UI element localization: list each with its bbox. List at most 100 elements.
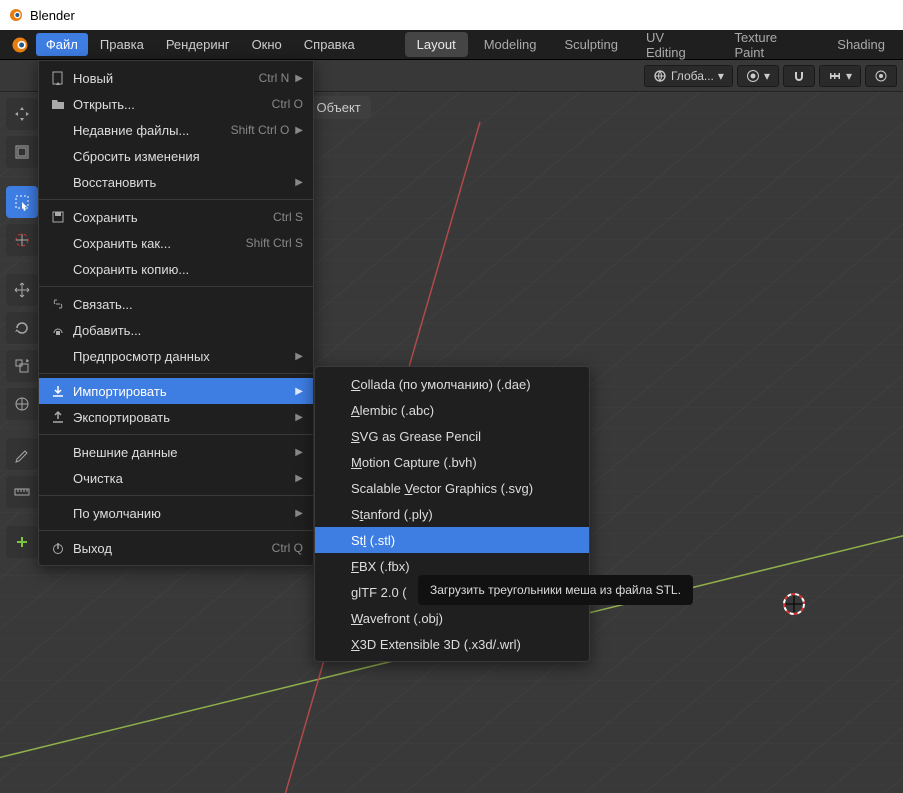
transform-icon xyxy=(13,395,31,413)
menu-open[interactable]: Открыть... Ctrl O xyxy=(39,91,313,117)
tool-select-box[interactable] xyxy=(6,186,38,218)
link-icon xyxy=(49,297,67,311)
chevron-right-icon: ▶ xyxy=(295,386,303,397)
export-icon xyxy=(49,410,67,424)
tool-scale[interactable] xyxy=(6,350,38,382)
import-collada[interactable]: Collada (по умолчанию) (.dae) xyxy=(315,371,589,397)
main-menubar: Файл Правка Рендеринг Окно Справка Layou… xyxy=(0,30,903,60)
menu-help[interactable]: Справка xyxy=(294,33,365,56)
menu-export[interactable]: Экспортировать ▶ xyxy=(39,404,313,430)
object-menu[interactable]: Объект xyxy=(306,96,370,119)
import-stl[interactable]: Stl (.stl) xyxy=(315,527,589,553)
rotate-icon xyxy=(13,319,31,337)
chevron-right-icon: ▶ xyxy=(295,412,303,423)
separator xyxy=(39,434,313,435)
import-ply[interactable]: Stanford (.ply) xyxy=(315,501,589,527)
cursor-icon xyxy=(13,231,31,249)
cursor-3d-icon xyxy=(780,590,808,618)
menu-recover[interactable]: Восстановить ▶ xyxy=(39,169,313,195)
menu-defaults[interactable]: По умолчанию ▶ xyxy=(39,500,313,526)
tab-texture-paint[interactable]: Texture Paint xyxy=(723,25,822,65)
proportional-edit-toggle[interactable] xyxy=(865,65,897,87)
tooltip: Загрузить треугольники меша из файла STL… xyxy=(418,575,693,605)
window-title: Blender xyxy=(30,8,75,23)
tab-shading[interactable]: Shading xyxy=(825,32,897,57)
menu-quit[interactable]: Выход Ctrl Q xyxy=(39,535,313,561)
snap-type-dropdown[interactable]: ▾ xyxy=(819,65,861,87)
workspace-tabs: Layout Modeling Sculpting UV Editing Tex… xyxy=(405,25,897,65)
proportional-icon xyxy=(874,69,888,83)
menu-save[interactable]: Сохранить Ctrl S xyxy=(39,204,313,230)
menu-data-preview[interactable]: Предпросмотр данных ▶ xyxy=(39,343,313,369)
menu-cleanup[interactable]: Очистка ▶ xyxy=(39,465,313,491)
tab-uv-editing[interactable]: UV Editing xyxy=(634,25,719,65)
file-menu-panel: Новый Ctrl N ▶ Открыть... Ctrl O Недавни… xyxy=(38,60,314,566)
import-alembic[interactable]: Alembic (.abc) xyxy=(315,397,589,423)
left-toolbar xyxy=(6,98,40,558)
chevron-right-icon: ▶ xyxy=(295,447,303,458)
tab-layout[interactable]: Layout xyxy=(405,32,468,57)
orientation-dropdown[interactable]: Глоба... ▾ xyxy=(644,65,733,87)
ruler-icon xyxy=(13,483,31,501)
tool-transform[interactable] xyxy=(6,388,38,420)
collection-icon xyxy=(13,143,31,161)
pivot-dropdown[interactable]: ▾ xyxy=(737,65,779,87)
menu-append[interactable]: Добавить... xyxy=(39,317,313,343)
separator xyxy=(39,530,313,531)
menu-window[interactable]: Окно xyxy=(242,33,292,56)
menu-import[interactable]: Импортировать ▶ xyxy=(39,378,313,404)
power-icon xyxy=(49,541,67,555)
import-svg[interactable]: Scalable Vector Graphics (.svg) xyxy=(315,475,589,501)
append-icon xyxy=(49,323,67,337)
pivot-icon xyxy=(746,69,760,83)
scale-icon xyxy=(13,357,31,375)
import-svg-grease[interactable]: SVG as Grease Pencil xyxy=(315,423,589,449)
arrows-icon xyxy=(13,105,31,123)
pencil-icon xyxy=(13,445,31,463)
import-obj[interactable]: Wavefront (.obj) xyxy=(315,605,589,631)
menu-external-data[interactable]: Внешние данные ▶ xyxy=(39,439,313,465)
separator xyxy=(39,373,313,374)
menu-new[interactable]: Новый Ctrl N ▶ xyxy=(39,65,313,91)
globe-icon xyxy=(653,69,667,83)
menu-file[interactable]: Файл xyxy=(36,33,88,56)
tab-modeling[interactable]: Modeling xyxy=(472,32,549,57)
tool-add[interactable] xyxy=(6,526,38,558)
file-new-icon xyxy=(49,71,67,85)
chevron-down-icon: ▾ xyxy=(718,69,724,83)
separator xyxy=(39,495,313,496)
increment-icon xyxy=(828,69,842,83)
menu-revert[interactable]: Сбросить изменения xyxy=(39,143,313,169)
menu-recent[interactable]: Недавние файлы... Shift Ctrl O ▶ xyxy=(39,117,313,143)
tool-tweak[interactable] xyxy=(6,98,38,130)
import-bvh[interactable]: Motion Capture (.bvh) xyxy=(315,449,589,475)
import-icon xyxy=(49,384,67,398)
save-icon xyxy=(49,210,67,224)
tool-annotate[interactable] xyxy=(6,438,38,470)
blender-logo-icon xyxy=(8,7,24,23)
import-x3d[interactable]: X3D Extensible 3D (.x3d/.wrl) xyxy=(315,631,589,657)
select-box-icon xyxy=(13,193,31,211)
menu-save-copy[interactable]: Сохранить копию... xyxy=(39,256,313,282)
menu-save-as[interactable]: Сохранить как... Shift Ctrl S xyxy=(39,230,313,256)
tool-outline[interactable] xyxy=(6,136,38,168)
magnet-icon xyxy=(792,69,806,83)
menu-edit[interactable]: Правка xyxy=(90,33,154,56)
blender-logo-icon xyxy=(10,35,30,55)
chevron-down-icon: ▾ xyxy=(846,69,852,83)
tab-sculpting[interactable]: Sculpting xyxy=(552,32,629,57)
menu-link[interactable]: Связать... xyxy=(39,291,313,317)
chevron-right-icon: ▶ xyxy=(295,177,303,188)
tool-cursor[interactable] xyxy=(6,224,38,256)
chevron-right-icon: ▶ xyxy=(295,508,303,519)
folder-icon xyxy=(49,97,67,111)
tool-measure[interactable] xyxy=(6,476,38,508)
chevron-right-icon: ▶ xyxy=(295,125,303,136)
tool-move[interactable] xyxy=(6,274,38,306)
snap-toggle[interactable] xyxy=(783,65,815,87)
separator xyxy=(39,199,313,200)
tool-rotate[interactable] xyxy=(6,312,38,344)
separator xyxy=(39,286,313,287)
chevron-right-icon: ▶ xyxy=(295,73,303,84)
menu-render[interactable]: Рендеринг xyxy=(156,33,240,56)
